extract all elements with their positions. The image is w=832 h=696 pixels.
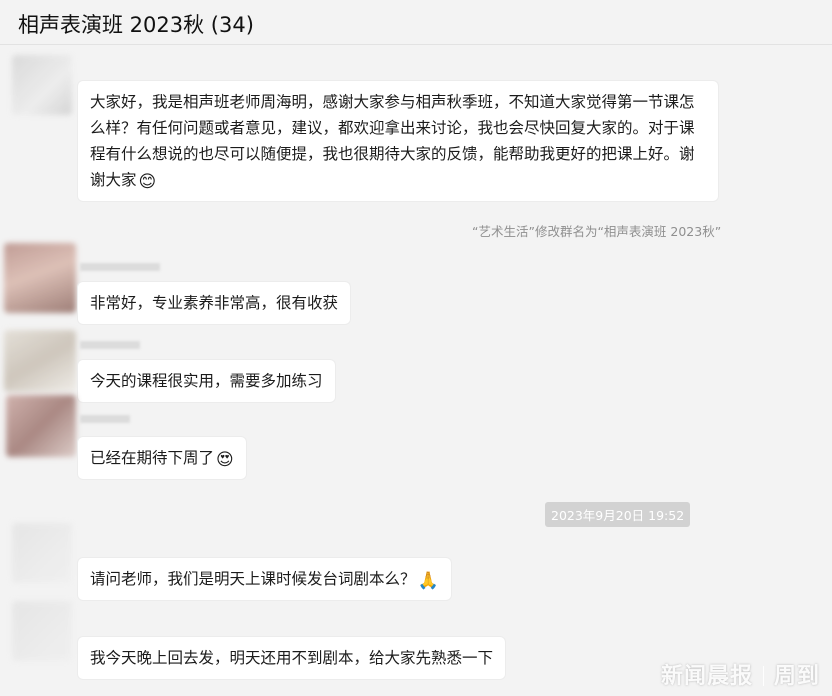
watermark-logo: 新闻晨报 周到 [661, 658, 820, 690]
chat-header: 相声表演班 2023秋 (34) [0, 0, 832, 45]
watermark-left: 新闻晨报 [660, 664, 753, 689]
sender-nickname [80, 341, 140, 349]
watermark-divider [762, 666, 764, 686]
system-notice: “艺术生活”修改群名为“相声表演班 2023秋” [472, 224, 722, 239]
message-text: 非常好，专业素养非常高，很有收获 [90, 294, 339, 312]
message-bubble[interactable]: 请问老师，我们是明天上课时候发台词剧本么？ 🙏 [78, 558, 451, 600]
avatar[interactable] [12, 601, 72, 661]
smile-emoji-icon: 😊 [138, 172, 157, 192]
avatar[interactable] [4, 330, 76, 392]
message-bubble[interactable]: 我今天晚上回去发，明天还用不到剧本，给大家先熟悉一下 [78, 637, 506, 679]
message-bubble[interactable]: 大家好，我是相声班老师周海明，感谢大家参与相声秋季班，不知道大家觉得第一节课怎么… [78, 81, 718, 201]
message-bubble[interactable]: 今天的课程很实用，需要多加练习 [78, 360, 335, 402]
watermark-right: 周到 [773, 664, 820, 689]
avatar[interactable] [4, 243, 76, 313]
sender-nickname [80, 415, 130, 423]
message-text: 大家好，我是相声班老师周海明，感谢大家参与相声秋季班，不知道大家觉得第一节课怎么… [90, 93, 695, 189]
message-text: 我今天晚上回去发，明天还用不到剧本，给大家先熟悉一下 [90, 649, 494, 667]
avatar[interactable] [12, 523, 72, 583]
message-text: 请问老师，我们是明天上课时候发台词剧本么？ [90, 570, 416, 588]
timestamp-divider: 2023年9月20日 19:52 [545, 502, 691, 527]
message-bubble[interactable]: 非常好，专业素养非常高，很有收获 [78, 282, 351, 324]
avatar[interactable] [12, 55, 72, 115]
message-text: 已经在期待下周了 [90, 449, 215, 467]
chat-title: 相声表演班 2023秋 (34) [18, 13, 254, 37]
message-bubble[interactable]: 已经在期待下周了 😍 [78, 437, 246, 479]
avatar[interactable] [6, 395, 76, 457]
message-list[interactable]: 大家好，我是相声班老师周海明，感谢大家参与相声秋季班，不知道大家觉得第一节课怎么… [0, 45, 832, 696]
heart-eyes-emoji-icon: 😍 [216, 450, 234, 470]
sender-nickname [80, 263, 160, 271]
pray-emoji-icon: 🙏 [417, 571, 439, 591]
message-text: 今天的课程很实用，需要多加练习 [90, 372, 323, 390]
